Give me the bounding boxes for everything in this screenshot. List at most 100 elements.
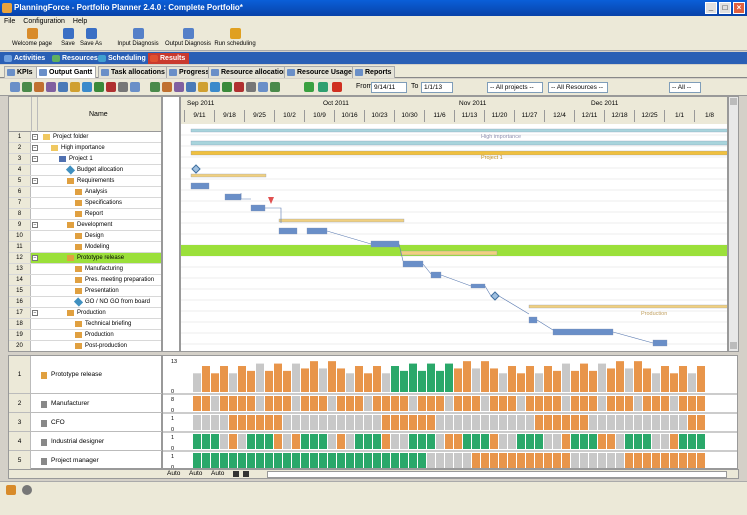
- sub-tab-progress[interactable]: Progress: [166, 66, 214, 78]
- minimize-button[interactable]: _: [705, 2, 717, 14]
- table-row[interactable]: 8 Report: [9, 209, 161, 220]
- gantt-tool-icon[interactable]: [34, 82, 44, 92]
- resources-select[interactable]: -- All Resources --: [548, 82, 608, 93]
- month-label: Dec 2011: [591, 100, 619, 107]
- collapse-icon[interactable]: −: [32, 156, 38, 162]
- nav-tab-results[interactable]: Results: [148, 53, 190, 64]
- gantt-tool-icon[interactable]: [270, 82, 280, 92]
- check-icon[interactable]: [304, 82, 314, 92]
- gantt-tool-icon[interactable]: [162, 82, 172, 92]
- from-date-field[interactable]: 9/14/11: [371, 82, 407, 93]
- gantt-tool-icon[interactable]: [22, 82, 32, 92]
- collapse-icon[interactable]: −: [32, 310, 38, 316]
- gantt-tool-icon[interactable]: [246, 82, 256, 92]
- table-row[interactable]: 13 Manufacturing: [9, 264, 161, 275]
- toolbar-run-scheduling-button[interactable]: Run scheduling: [214, 28, 256, 48]
- auto-button-2[interactable]: Auto: [189, 470, 202, 477]
- table-row[interactable]: 11 Modeling: [9, 242, 161, 253]
- sub-tab-resource-allocations[interactable]: Resource allocations: [208, 66, 296, 78]
- gantt-tool-icon[interactable]: [150, 82, 160, 92]
- collapse-icon[interactable]: −: [32, 178, 38, 184]
- gantt-tool-icon[interactable]: [198, 82, 208, 92]
- sub-tab-reports[interactable]: Reports: [352, 66, 396, 78]
- table-row[interactable]: 3− Project 1: [9, 154, 161, 165]
- resource-row[interactable]: 1 Prototype release: [9, 356, 163, 394]
- gantt-tool-icon[interactable]: [70, 82, 80, 92]
- gantt-tool-icon[interactable]: [10, 82, 20, 92]
- gantt-tool-icon[interactable]: [58, 82, 68, 92]
- table-row[interactable]: 16 GO / NO GO from board: [9, 297, 161, 308]
- sub-tab-task-allocations[interactable]: Task allocations: [98, 66, 169, 78]
- table-row[interactable]: 5− Requirements: [9, 176, 161, 187]
- vertical-scrollbar[interactable]: [728, 96, 739, 352]
- table-row[interactable]: 20 Post-production: [9, 341, 161, 351]
- gantt-chart[interactable]: Sep 2011 Oct 2011 Nov 2011 Dec 2011 9/11 9/18…: [180, 96, 728, 352]
- collapse-icon[interactable]: −: [32, 255, 38, 261]
- table-row[interactable]: 7 Specifications: [9, 198, 161, 209]
- sub-tab-kpis[interactable]: KPIs: [4, 66, 37, 78]
- zoom-icon[interactable]: [233, 471, 239, 477]
- toolbar-output-diagnosis-button[interactable]: Output Diagnosis: [164, 28, 212, 48]
- menu-configuration[interactable]: Configuration: [19, 16, 69, 27]
- table-row[interactable]: 17− Production: [9, 308, 161, 319]
- resource-row[interactable]: 4 Industrial designer: [9, 432, 163, 451]
- gantt-tool-icon[interactable]: [234, 82, 244, 92]
- collapse-icon[interactable]: −: [32, 222, 38, 228]
- refresh-icon[interactable]: [318, 82, 328, 92]
- gantt-tool-icon[interactable]: [118, 82, 128, 92]
- table-row[interactable]: 15 Presentation: [9, 286, 161, 297]
- table-row[interactable]: 4 Budget allocation: [9, 165, 161, 176]
- table-row[interactable]: 1− Project folder: [9, 132, 161, 143]
- table-row[interactable]: 10 Design: [9, 231, 161, 242]
- grid-icon[interactable]: [243, 471, 249, 477]
- toolbar-save-as-button[interactable]: Save As: [80, 28, 102, 48]
- table-row[interactable]: 14 Pres. meeting preparation: [9, 275, 161, 286]
- toolbar-welcome-page-button[interactable]: Welcome page: [10, 28, 54, 48]
- resource-row[interactable]: 2 Manufacturer: [9, 394, 163, 413]
- collapse-icon[interactable]: −: [32, 134, 38, 140]
- table-row[interactable]: 12− Prototype release: [9, 253, 161, 264]
- table-row[interactable]: 9− Development: [9, 220, 161, 231]
- scroll-up-icon[interactable]: [730, 98, 737, 105]
- toolbar-save-button[interactable]: Save: [60, 28, 76, 48]
- sub-tab-output-gantt[interactable]: Output Gantt: [36, 66, 97, 78]
- settings-icon[interactable]: [22, 485, 32, 495]
- toolbar-input-diagnosis-button[interactable]: Input Diagnosis: [116, 28, 160, 48]
- gantt-tool-icon[interactable]: [94, 82, 104, 92]
- horizontal-scrollbar[interactable]: [267, 471, 727, 478]
- table-row[interactable]: 6 Analysis: [9, 187, 161, 198]
- gantt-tool-icon[interactable]: [106, 82, 116, 92]
- gantt-tool-icon[interactable]: [130, 82, 140, 92]
- table-row[interactable]: 18 Technical briefing: [9, 319, 161, 330]
- auto-button-1[interactable]: Auto: [167, 470, 180, 477]
- gantt-tool-icon[interactable]: [82, 82, 92, 92]
- collapse-icon[interactable]: −: [32, 145, 38, 151]
- nav-tab-activities[interactable]: Activities: [2, 53, 49, 64]
- nav-tab-scheduling[interactable]: Scheduling: [96, 53, 150, 64]
- auto-button-3[interactable]: Auto: [211, 470, 224, 477]
- to-date-field[interactable]: 1/1/13: [421, 82, 453, 93]
- usage-bar: [697, 366, 705, 392]
- resource-row[interactable]: 5 Project manager: [9, 451, 163, 470]
- menu-help[interactable]: Help: [69, 16, 91, 27]
- filter-select[interactable]: -- All --: [669, 82, 701, 93]
- scroll-down-icon[interactable]: [730, 342, 737, 349]
- gantt-tool-icon[interactable]: [46, 82, 56, 92]
- projects-select[interactable]: -- All projects --: [487, 82, 543, 93]
- resource-row[interactable]: 3 CFO: [9, 413, 163, 432]
- gantt-tool-icon[interactable]: [174, 82, 184, 92]
- gantt-tool-icon[interactable]: [222, 82, 232, 92]
- gantt-tool-icon[interactable]: [186, 82, 196, 92]
- close-button[interactable]: ×: [733, 2, 745, 14]
- stop-icon[interactable]: [332, 82, 342, 92]
- name-column-header[interactable]: Name: [89, 111, 108, 118]
- gantt-tool-icon[interactable]: [210, 82, 220, 92]
- table-row[interactable]: 2− High importance: [9, 143, 161, 154]
- sub-tab-resource-usage[interactable]: Resource Usage: [284, 66, 356, 78]
- maximize-button[interactable]: □: [719, 2, 731, 14]
- menu-file[interactable]: File: [0, 16, 19, 27]
- gantt-tool-icon[interactable]: [258, 82, 268, 92]
- home-icon[interactable]: [6, 485, 16, 495]
- nav-tab-resources[interactable]: Resources: [50, 53, 102, 64]
- table-row[interactable]: 19 Production: [9, 330, 161, 341]
